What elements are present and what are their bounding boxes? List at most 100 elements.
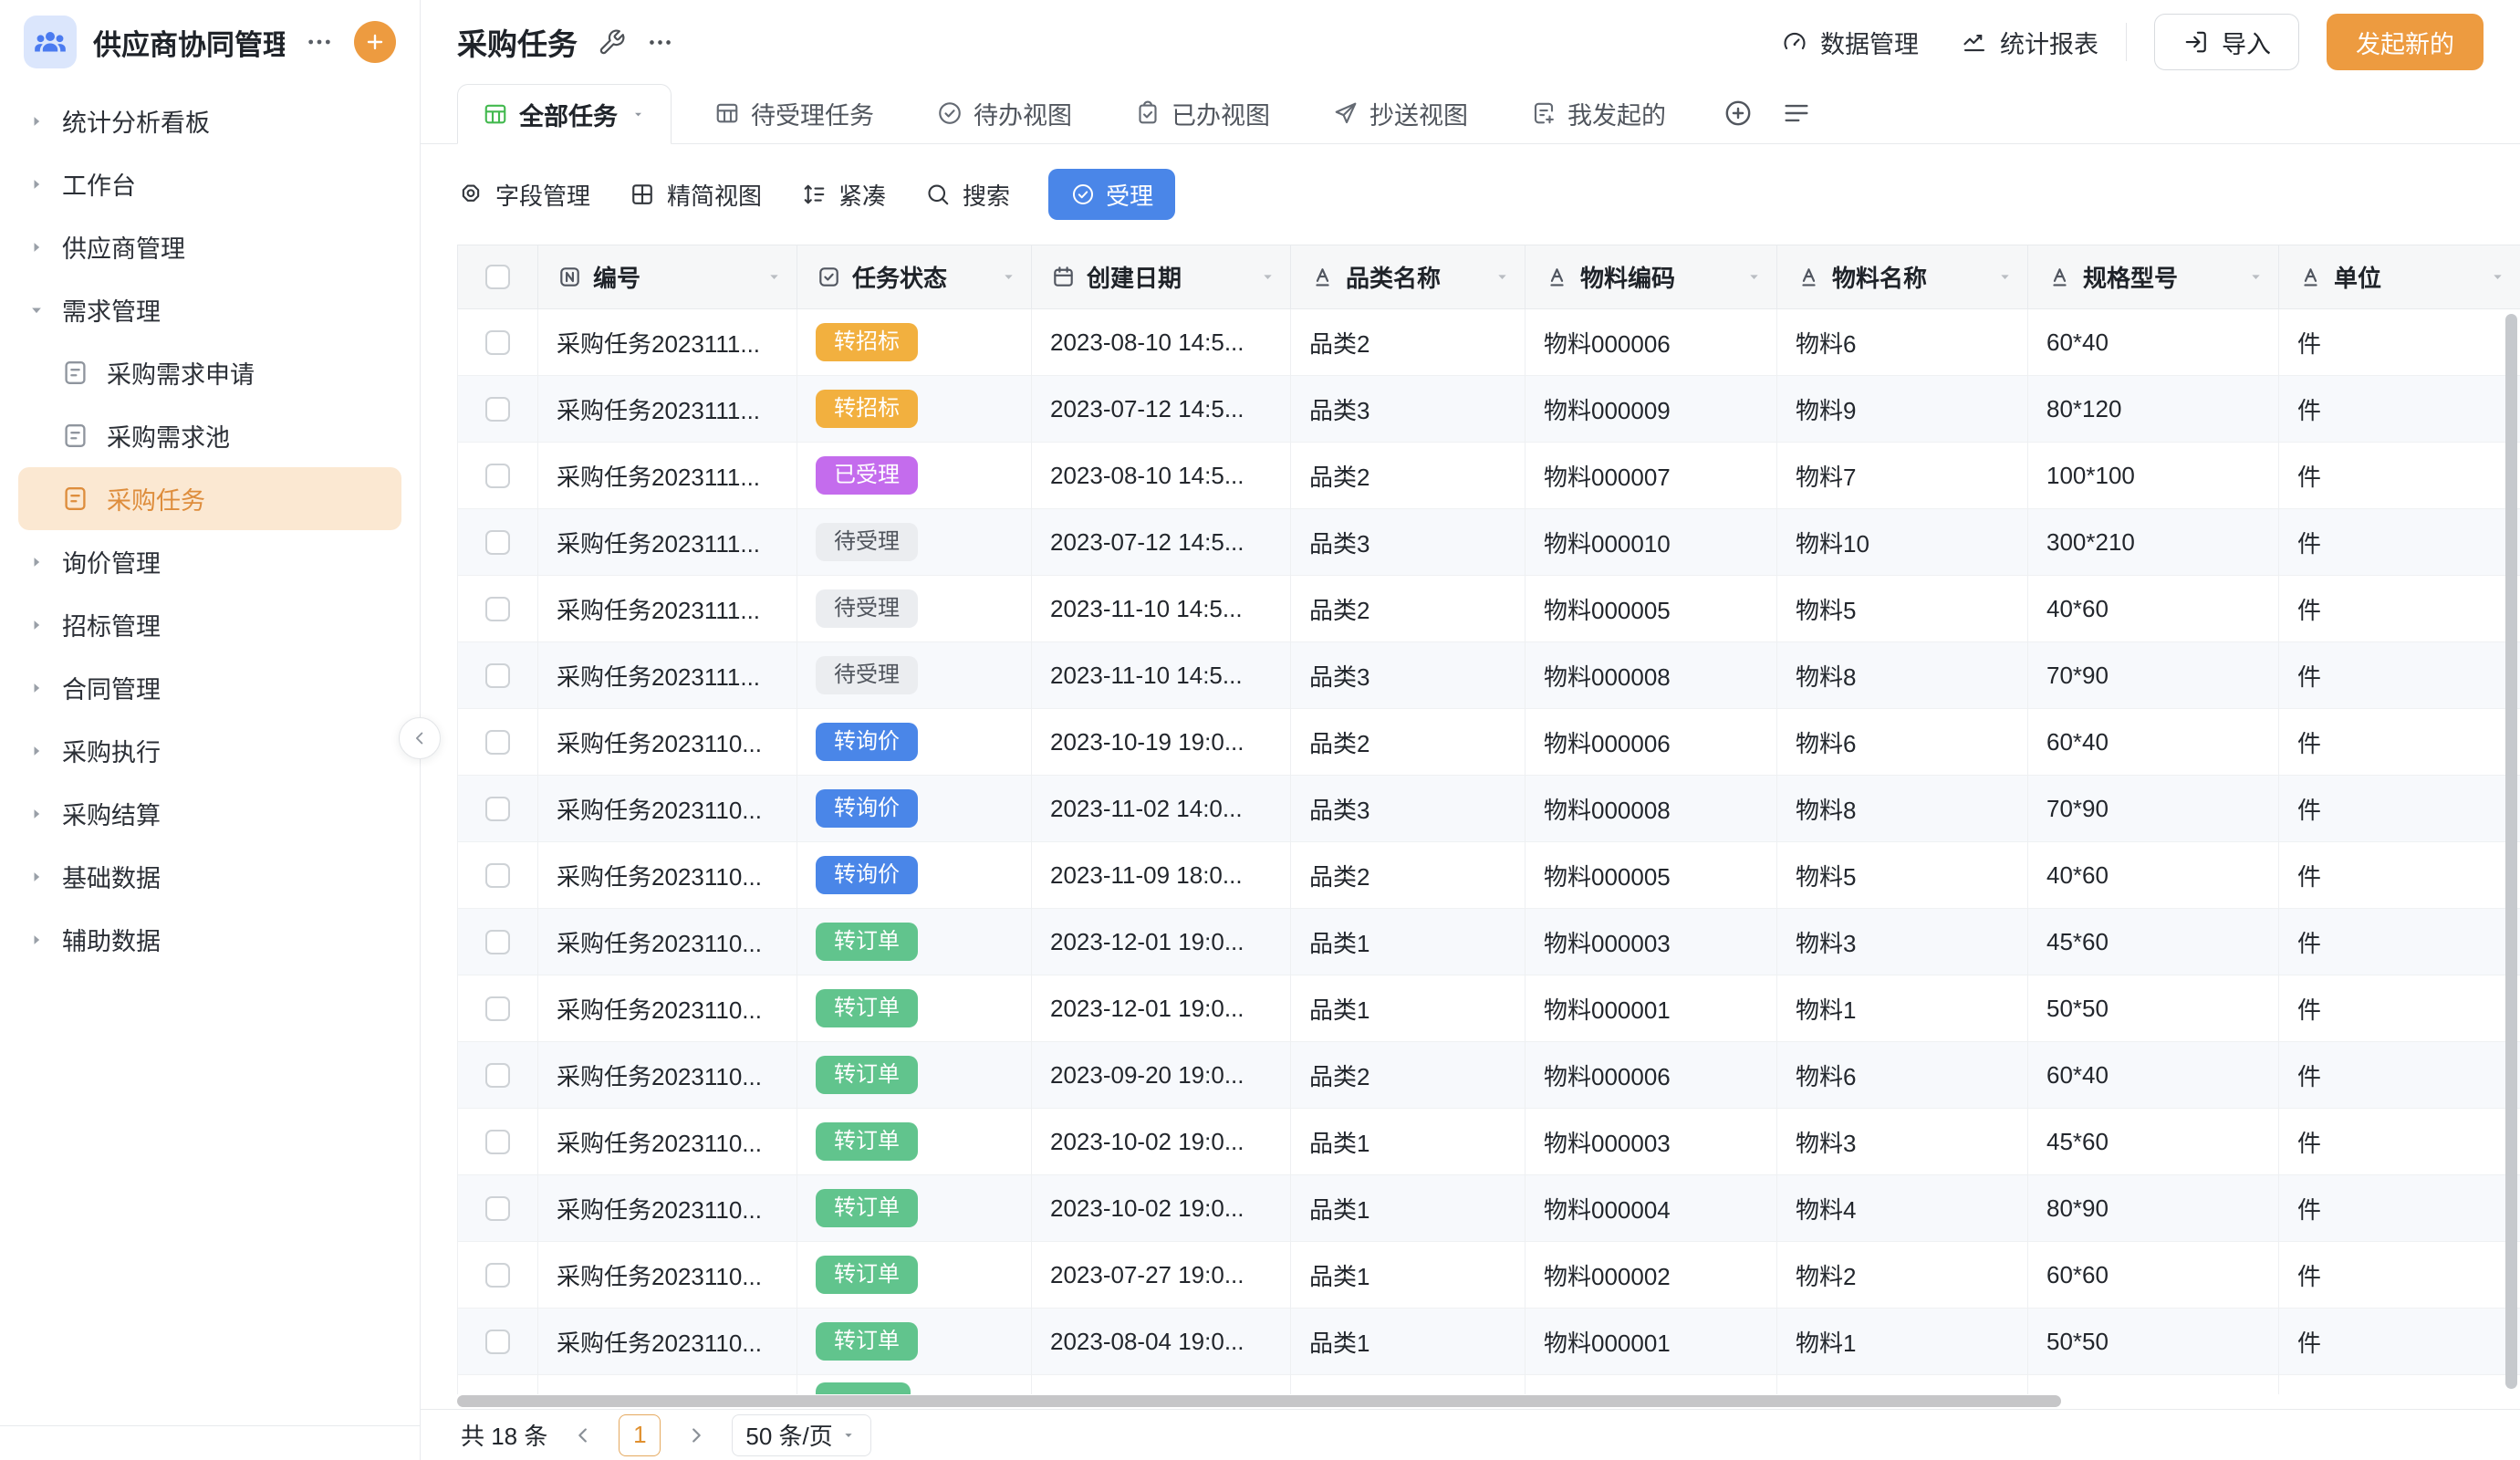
cell-id[interactable]: 采购任务2023110... [538,842,797,909]
row-checkbox[interactable] [485,1063,510,1088]
cell-id[interactable]: 采购任务2023110... [538,1175,797,1242]
status-badge: 转订单 [816,1122,918,1161]
sidebar-group-0[interactable]: 统计分析看板 [18,89,401,152]
sidebar-collapse-button[interactable] [399,717,441,759]
toolbar-item-0[interactable]: 字段管理 [457,178,590,212]
create-button[interactable]: 发起新的 [2327,14,2484,70]
prev-page-button[interactable] [571,1424,595,1447]
vertical-scrollbar[interactable] [2505,314,2517,1389]
row-checkbox[interactable] [485,1263,510,1288]
cell-name: 物料7 [1777,443,2028,509]
cell-unit: 件 [2279,909,2520,975]
row-checkbox[interactable] [485,397,510,422]
sidebar-group-13[interactable]: 辅助数据 [18,908,401,971]
sidebar-group-7[interactable]: 询价管理 [18,530,401,593]
quick-action-1[interactable]: 统计报表 [1961,25,2098,60]
cell-id[interactable]: 采购任务2023111... [538,376,797,443]
sidebar-item-6[interactable]: 采购任务 [18,467,401,530]
import-button[interactable]: 导入 [2154,14,2299,70]
toolbar-item-1[interactable]: 精简视图 [629,178,762,212]
row-checkbox[interactable] [485,530,510,555]
sidebar-group-9[interactable]: 合同管理 [18,656,401,719]
add-app-button[interactable] [354,21,396,63]
horizontal-scrollbar[interactable] [421,1394,2520,1409]
row-checkbox[interactable] [485,730,510,755]
page-settings-button[interactable] [598,28,626,57]
tab-3[interactable]: 已办视图 [1129,83,1276,143]
cell-id[interactable]: 采购任务2023111... [538,509,797,576]
sidebar-item-5[interactable]: 采购需求池 [18,404,401,467]
vertical-scrollbar-thumb[interactable] [2505,314,2517,1389]
toolbar-item-3[interactable]: 搜索 [924,178,1010,212]
status-badge: 转订单 [816,1189,918,1227]
sidebar-item-4[interactable]: 采购需求申请 [18,341,401,404]
page-more-button[interactable] [646,28,674,57]
row-checkbox[interactable] [485,330,510,355]
row-checkbox[interactable] [485,1330,510,1354]
row-checkbox[interactable] [485,863,510,888]
quick-action-0[interactable]: 数据管理 [1781,25,1919,60]
cell-id[interactable]: 采购任务2023110... [538,709,797,776]
column-header[interactable]: 任务状态 [797,245,1032,308]
tab-4[interactable]: 抄送视图 [1327,83,1473,143]
tab-label: 全部任务 [519,97,618,132]
edit-app-package-button[interactable]: 编辑应用包 [0,1425,420,1460]
sidebar-group-3[interactable]: 需求管理 [18,278,401,341]
row-checkbox[interactable] [485,996,510,1021]
toolbar-item-2[interactable]: 紧凑 [800,178,886,212]
column-header[interactable]: 物料编码 [1526,245,1777,308]
accept-button[interactable]: 受理 [1048,169,1175,220]
cell-id[interactable]: 采购任务2023110... [538,909,797,975]
list-button[interactable] [1781,83,1812,143]
cell-id[interactable]: 采购任务2023110... [538,975,797,1042]
cell-code: 物料000006 [1526,309,1777,376]
doc-icon [60,358,90,388]
sidebar-group-1[interactable]: 工作台 [18,152,401,215]
sidebar-group-11[interactable]: 采购结算 [18,782,401,845]
sidebar-group-8[interactable]: 招标管理 [18,593,401,656]
cell-id[interactable]: 采购任务2023110... [538,1042,797,1109]
column-header[interactable]: 单位 [2279,245,2520,308]
cell-status: 转招标 [797,309,1032,376]
row-checkbox[interactable] [485,464,510,488]
caret-right-icon [27,112,46,130]
next-page-button[interactable] [684,1424,708,1447]
tab-0[interactable]: 全部任务 [457,84,672,144]
horizontal-scrollbar-thumb[interactable] [457,1395,2061,1407]
current-page[interactable]: 1 [619,1414,661,1456]
cell-id[interactable]: 采购任务2023110... [538,1242,797,1309]
tab-2[interactable]: 待办视图 [931,83,1078,143]
sidebar-group-10[interactable]: 采购执行 [18,719,401,782]
column-header[interactable]: 规格型号 [2028,245,2279,308]
row-checkbox[interactable] [485,930,510,954]
caret-right-icon [27,238,46,256]
column-header[interactable]: 物料名称 [1777,245,2028,308]
cell-id[interactable]: 采购任务2023110... [538,1109,797,1175]
row-checkbox[interactable] [485,597,510,621]
row-checkbox[interactable] [485,663,510,688]
sidebar-group-2[interactable]: 供应商管理 [18,215,401,278]
row-checkbox[interactable] [485,797,510,821]
sidebar-group-12[interactable]: 基础数据 [18,845,401,908]
row-checkbox[interactable] [485,1130,510,1154]
cell-id[interactable]: 采购任务2023111... [538,443,797,509]
app-more-button[interactable] [301,24,338,60]
column-header[interactable]: 创建日期 [1032,245,1291,308]
cell-id[interactable]: 采购任务2023110... [538,1309,797,1375]
page-size-select[interactable]: 50 条/页 [732,1414,870,1456]
cell-unit: 件 [2279,1175,2520,1242]
plus-circle-button[interactable] [1723,83,1754,143]
cell-id[interactable]: 采购任务2023111... [538,309,797,376]
cell-category: 品类1 [1291,1109,1526,1175]
row-checkbox[interactable] [485,1196,510,1221]
cell-id[interactable]: 采购任务2023111... [538,642,797,709]
tab-1[interactable]: 待受理任务 [708,83,880,143]
status-badge: 转询价 [816,856,918,894]
tab-5[interactable]: 我发起的 [1525,83,1671,143]
column-header[interactable]: 编号 [538,245,797,308]
cell-status: 转订单 [797,1242,1032,1309]
select-all-checkbox[interactable] [485,265,510,289]
cell-id[interactable]: 采购任务2023111... [538,576,797,642]
column-header[interactable]: 品类名称 [1291,245,1526,308]
cell-id[interactable]: 采购任务2023110... [538,776,797,842]
